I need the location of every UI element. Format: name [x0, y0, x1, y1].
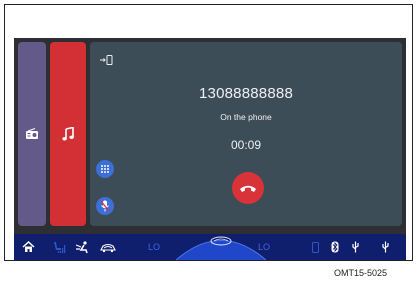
fan-speed-arc[interactable] [176, 225, 266, 261]
bluetooth-icon [331, 241, 339, 253]
bluetooth-status [330, 234, 340, 260]
phone-icon [311, 241, 319, 253]
hang-up-phone-icon [240, 185, 256, 192]
car-recirculation-icon [100, 243, 116, 252]
microphone-muted-icon [100, 200, 110, 212]
left-temperature[interactable]: LO [144, 234, 164, 260]
infotainment-screen: 13088888888 On the phone 00:09 LO LO [14, 38, 406, 261]
phone-status [309, 234, 321, 260]
airflow-person-icon [75, 240, 88, 253]
usb-icon [381, 241, 389, 253]
seat-heater-icon [54, 241, 66, 253]
figure-caption: OMT15-5025 [334, 268, 388, 278]
call-duration: 00:09 [230, 138, 262, 152]
home-icon [21, 241, 35, 252]
phone-number: 13088888888 [199, 85, 293, 102]
music-source-tab[interactable] [50, 42, 86, 226]
mute-microphone-button[interactable] [96, 197, 114, 215]
keypad-icon [101, 165, 109, 173]
keypad-button[interactable] [96, 160, 114, 178]
home-button[interactable] [20, 234, 36, 260]
bottom-status-bar: LO LO [14, 234, 406, 261]
hang-up-button[interactable] [232, 172, 264, 204]
seat-heat-button[interactable] [50, 234, 68, 260]
right-temperature[interactable]: LO [254, 234, 274, 260]
radio-icon [26, 128, 38, 139]
call-audio-source-icon[interactable] [100, 55, 114, 65]
recirculation-button[interactable] [98, 234, 118, 260]
music-note-icon [62, 127, 74, 141]
airflow-mode-button[interactable] [74, 234, 92, 260]
usb-status-1 [349, 234, 361, 260]
call-panel: 13088888888 On the phone 00:09 [90, 42, 402, 226]
call-status: On the phone [220, 112, 272, 122]
usb-status-2 [379, 234, 391, 260]
radio-source-tab[interactable] [18, 42, 46, 226]
usb-icon [351, 241, 359, 253]
